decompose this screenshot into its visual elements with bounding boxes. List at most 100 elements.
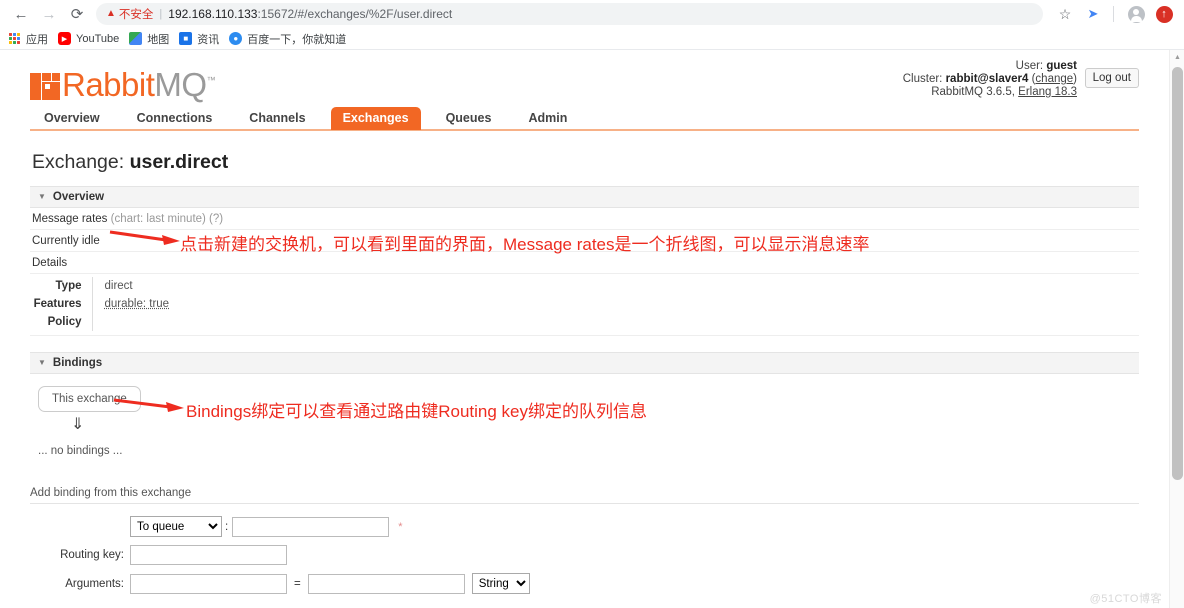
destination-row: To queue To exchange : *: [30, 516, 1139, 537]
warning-triangle-icon: ▲: [106, 9, 116, 19]
logo-trademark: ™: [207, 75, 216, 85]
add-binding-label: Add binding from this exchange: [30, 487, 1139, 504]
binding-destination-type-select[interactable]: To queue To exchange: [130, 516, 222, 537]
bookmark-news[interactable]: ■ 资讯: [177, 31, 227, 47]
routing-key-row: Routing key:: [30, 545, 1139, 565]
security-warning-text: 不安全: [119, 6, 154, 22]
bookmark-label: YouTube: [76, 33, 119, 45]
arguments-row: Arguments: = String Number Boolean List: [30, 573, 1139, 594]
details-label-row: Details: [30, 252, 1139, 274]
bookmarks-bar: 应用 ▶ YouTube 地图 ■ 资讯 ● 百度一下，你就知道: [0, 28, 1184, 50]
page-title-prefix: Exchange:: [32, 151, 124, 173]
bookmark-star-icon[interactable]: ☆: [1053, 2, 1077, 26]
tab-admin[interactable]: Admin: [516, 107, 579, 130]
forward-arrow-icon: →: [36, 1, 62, 27]
detail-value: [92, 313, 169, 331]
message-rates-row: Message rates (chart: last minute) (?): [30, 208, 1139, 230]
annotation-arrow-2: [112, 395, 184, 415]
scrollbar-up-arrow-icon[interactable]: ▲: [1170, 50, 1184, 65]
arguments-label: Arguments:: [30, 578, 130, 590]
chevron-down-icon: ▼: [38, 359, 46, 367]
chevron-down-icon: ▼: [38, 193, 46, 201]
annotation-arrow-1: [108, 228, 180, 248]
rabbitmq-logo: RabbitMQ™: [30, 60, 216, 100]
rabbitmq-logo-icon: [30, 73, 60, 100]
page-viewport: RabbitMQ™ User: guest Cluster: rabbit@sl…: [0, 50, 1184, 608]
tab-overview[interactable]: Overview: [32, 107, 112, 130]
apps-grid-icon: [9, 33, 21, 45]
user-row: User: guest: [903, 60, 1077, 73]
logo-text-rabbit: Rabbit: [62, 66, 154, 103]
tab-exchanges[interactable]: Exchanges: [331, 107, 421, 130]
page-scrollbar[interactable]: ▲: [1169, 50, 1184, 608]
user-label: User:: [1016, 60, 1043, 72]
youtube-icon: ▶: [58, 32, 71, 45]
logo-text-mq: MQ: [154, 66, 206, 103]
browser-chrome: ← → ⟳ ▲ 不安全 | 192.168.110.133:15672/#/ex…: [0, 0, 1184, 50]
page-title: Exchange: user.direct: [32, 151, 1139, 174]
overview-section-header[interactable]: ▼ Overview: [30, 186, 1139, 208]
binding-destination-input[interactable]: [232, 517, 389, 537]
browser-toolbar: ← → ⟳ ▲ 不安全 | 192.168.110.133:15672/#/ex…: [0, 0, 1184, 28]
logout-button[interactable]: Log out: [1085, 68, 1139, 88]
omnibox-divider: |: [159, 8, 162, 20]
bookmark-baidu[interactable]: ● 百度一下，你就知道: [227, 31, 354, 47]
update-menu-icon[interactable]: ↑: [1152, 2, 1176, 26]
back-arrow-icon[interactable]: ←: [8, 1, 34, 27]
bookmark-label: 百度一下，你就知道: [247, 31, 346, 47]
news-icon: ■: [179, 32, 192, 45]
bookmark-youtube[interactable]: ▶ YouTube: [56, 32, 127, 45]
argument-type-select[interactable]: String Number Boolean List: [472, 573, 530, 594]
details-divider: [30, 335, 1139, 336]
url-path: :15672/#/exchanges/%2F/user.direct: [257, 7, 452, 21]
profile-avatar-icon[interactable]: [1124, 2, 1148, 26]
bookmark-apps[interactable]: 应用: [9, 31, 56, 47]
cluster-row: Cluster: rabbit@slaver4 (change): [903, 73, 1077, 86]
bookmark-label: 地图: [147, 31, 169, 47]
detail-key: Policy: [30, 313, 92, 331]
tab-queues[interactable]: Queues: [434, 107, 504, 130]
reload-icon[interactable]: ⟳: [64, 1, 90, 27]
argument-value-input[interactable]: [308, 574, 465, 594]
erlang-version-link[interactable]: Erlang 18.3: [1018, 86, 1077, 98]
argument-key-input[interactable]: [130, 574, 287, 594]
cluster-label: Cluster:: [903, 73, 943, 85]
scrollbar-thumb[interactable]: [1172, 67, 1183, 480]
exchange-details-table: Type direct Features durable: true Polic…: [30, 277, 169, 331]
cluster-change-link[interactable]: change: [1035, 73, 1073, 85]
watermark: @51CTO博客: [1090, 590, 1162, 606]
version-row: RabbitMQ 3.6.5, Erlang 18.3: [903, 86, 1077, 99]
bookmark-maps[interactable]: 地图: [127, 31, 177, 47]
tab-connections[interactable]: Connections: [125, 107, 225, 130]
user-info-block: User: guest Cluster: rabbit@slaver4 (cha…: [903, 60, 1077, 99]
detail-value: direct: [92, 277, 169, 295]
baidu-icon: ●: [229, 32, 242, 45]
message-rates-label: Message rates: [32, 213, 107, 225]
page-title-name: user.direct: [130, 151, 229, 173]
annotation-text-1: 点击新建的交换机，可以看到里面的界面，Message rates是一个折线图，可…: [180, 230, 870, 255]
no-bindings-text: ... no bindings ...: [38, 445, 1139, 457]
tab-channels[interactable]: Channels: [237, 107, 317, 130]
routing-key-input[interactable]: [130, 545, 287, 565]
app-header: RabbitMQ™ User: guest Cluster: rabbit@sl…: [30, 50, 1139, 107]
arguments-equals-sign: =: [294, 578, 301, 590]
message-rates-note[interactable]: (chart: last minute) (?): [111, 213, 223, 225]
detail-value: durable: true: [92, 295, 169, 313]
add-binding-form: To queue To exchange : * Routing key: Ar…: [30, 516, 1139, 608]
rabbitmq-version: RabbitMQ 3.6.5,: [931, 86, 1015, 98]
table-row: Policy: [30, 313, 169, 331]
routing-key-label: Routing key:: [30, 549, 130, 561]
toolbar-divider: [1113, 6, 1114, 22]
detail-key: Features: [30, 295, 92, 313]
bindings-section-header[interactable]: ▼ Bindings: [30, 352, 1139, 374]
extension-kite-icon[interactable]: ➤: [1081, 2, 1105, 26]
url-host: 192.168.110.133: [168, 7, 257, 21]
user-name: guest: [1046, 60, 1077, 72]
bookmark-label: 应用: [26, 31, 48, 47]
bookmark-label: 资讯: [197, 31, 219, 47]
cluster-name: rabbit@slaver4: [946, 73, 1029, 85]
overview-section-label: Overview: [53, 191, 104, 203]
address-bar[interactable]: ▲ 不安全 | 192.168.110.133:15672/#/exchange…: [96, 3, 1043, 25]
annotation-text-2: Bindings绑定可以查看通过路由键Routing key绑定的队列信息: [186, 397, 647, 422]
maps-icon: [129, 32, 142, 45]
